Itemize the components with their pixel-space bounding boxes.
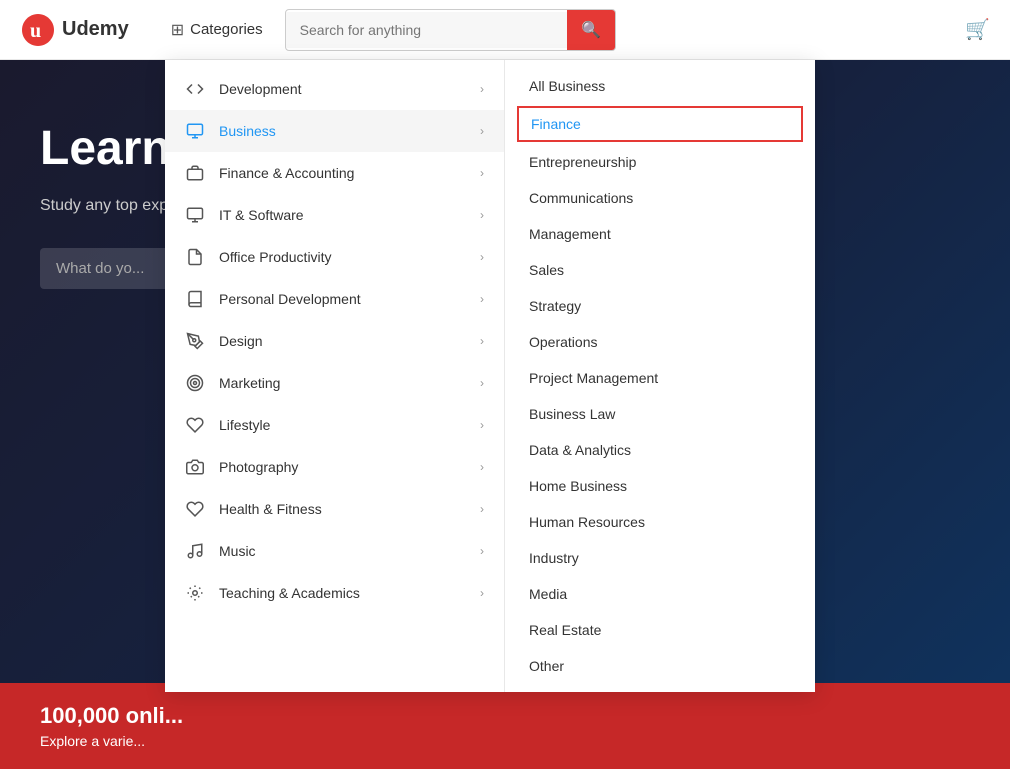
health-category-icon	[185, 499, 205, 519]
chevron-right-icon-lifestyle: ›	[480, 418, 484, 432]
chevron-right-icon-teaching: ›	[480, 586, 484, 600]
hero-bottom-bar: 100,000 onli... Explore a varie...	[0, 683, 1010, 769]
subcategory-item-all-business[interactable]: All Business	[505, 68, 815, 104]
finance-category-icon	[185, 163, 205, 183]
subcategory-item-strategy[interactable]: Strategy	[505, 288, 815, 324]
office-category-icon	[185, 247, 205, 267]
categories-dropdown: Development›Business›Finance & Accountin…	[165, 60, 815, 692]
subcategories-right-panel: All BusinessFinanceEntrepreneurshipCommu…	[505, 60, 815, 692]
logo-text: Udemy	[62, 18, 129, 41]
chevron-right-icon-marketing: ›	[480, 376, 484, 390]
marketing-category-icon	[185, 373, 205, 393]
sidebar-item-label-lifestyle: Lifestyle	[219, 417, 466, 433]
subcategory-item-communications[interactable]: Communications	[505, 180, 815, 216]
subcategory-item-other[interactable]: Other	[505, 648, 815, 684]
sidebar-item-it[interactable]: IT & Software ›	[165, 194, 504, 236]
search-icon: 🔍	[581, 22, 601, 39]
sidebar-item-label-teaching: Teaching & Academics	[219, 585, 466, 601]
sidebar-item-label-it: IT & Software	[219, 207, 466, 223]
svg-text:u: u	[30, 20, 41, 42]
subcategory-item-entrepreneurship[interactable]: Entrepreneurship	[505, 144, 815, 180]
sidebar-item-label-finance: Finance & Accounting	[219, 165, 466, 181]
subcategory-item-management[interactable]: Management	[505, 216, 815, 252]
chevron-right-icon-photography: ›	[480, 460, 484, 474]
subcategory-item-sales[interactable]: Sales	[505, 252, 815, 288]
sidebar-item-finance[interactable]: Finance & Accounting ›	[165, 152, 504, 194]
subcategory-item-industry[interactable]: Industry	[505, 540, 815, 576]
sidebar-item-label-design: Design	[219, 333, 466, 349]
chevron-right-icon-personal: ›	[480, 292, 484, 306]
sidebar-item-business[interactable]: Business ›	[165, 110, 504, 152]
sidebar-item-label-health: Health & Fitness	[219, 501, 466, 517]
cart-icon: 🛒	[965, 19, 990, 41]
sidebar-item-photography[interactable]: Photography ›	[165, 446, 504, 488]
sidebar-item-label-office: Office Productivity	[219, 249, 466, 265]
subcategory-item-finance[interactable]: Finance	[517, 106, 803, 142]
sidebar-item-design[interactable]: Design ›	[165, 320, 504, 362]
chevron-right-icon-office: ›	[480, 250, 484, 264]
sidebar-item-music[interactable]: Music ›	[165, 530, 504, 572]
subcategory-item-data-analytics[interactable]: Data & Analytics	[505, 432, 815, 468]
sidebar-item-label-development: Development	[219, 81, 466, 97]
categories-label: Categories	[190, 21, 263, 38]
categories-left-panel: Development›Business›Finance & Accountin…	[165, 60, 505, 692]
subcategory-item-real-estate[interactable]: Real Estate	[505, 612, 815, 648]
chevron-right-icon-health: ›	[480, 502, 484, 516]
categories-button[interactable]: ⊞ Categories	[159, 12, 275, 48]
lifestyle-category-icon	[185, 415, 205, 435]
sidebar-item-label-business: Business	[219, 123, 466, 139]
subcategory-item-business-law[interactable]: Business Law	[505, 396, 815, 432]
business-category-icon	[185, 121, 205, 141]
sidebar-item-development[interactable]: Development ›	[165, 68, 504, 110]
cart-button[interactable]: 🛒	[965, 17, 990, 42]
sidebar-item-label-photography: Photography	[219, 459, 466, 475]
chevron-right-icon-design: ›	[480, 334, 484, 348]
development-category-icon	[185, 79, 205, 99]
sidebar-item-label-music: Music	[219, 543, 466, 559]
sidebar-item-teaching[interactable]: Teaching & Academics ›	[165, 572, 504, 614]
music-category-icon	[185, 541, 205, 561]
sidebar-item-personal[interactable]: Personal Development ›	[165, 278, 504, 320]
chevron-right-icon-finance: ›	[480, 166, 484, 180]
search-button[interactable]: 🔍	[567, 10, 615, 50]
personal-category-icon	[185, 289, 205, 309]
subcategory-item-operations[interactable]: Operations	[505, 324, 815, 360]
sidebar-item-label-personal: Personal Development	[219, 291, 466, 307]
chevron-right-icon-business: ›	[480, 124, 484, 138]
photography-category-icon	[185, 457, 205, 477]
udemy-logo-icon: u	[20, 12, 56, 48]
hero-bottom-sub: Explore a varie...	[40, 733, 970, 749]
subcategory-item-media[interactable]: Media	[505, 576, 815, 612]
sidebar-item-lifestyle[interactable]: Lifestyle ›	[165, 404, 504, 446]
sidebar-item-health[interactable]: Health & Fitness ›	[165, 488, 504, 530]
subcategory-item-project-mgmt[interactable]: Project Management	[505, 360, 815, 396]
search-input[interactable]	[286, 12, 567, 48]
hero-bottom-title: 100,000 onli...	[40, 703, 970, 729]
it-category-icon	[185, 205, 205, 225]
grid-icon: ⊞	[171, 20, 184, 40]
chevron-right-icon-it: ›	[480, 208, 484, 222]
chevron-right-icon-music: ›	[480, 544, 484, 558]
teaching-category-icon	[185, 583, 205, 603]
logo[interactable]: u Udemy	[20, 12, 129, 48]
subcategory-item-home-business[interactable]: Home Business	[505, 468, 815, 504]
design-category-icon	[185, 331, 205, 351]
header: u Udemy ⊞ Categories 🔍 🛒	[0, 0, 1010, 60]
sidebar-item-marketing[interactable]: Marketing ›	[165, 362, 504, 404]
sidebar-item-label-marketing: Marketing	[219, 375, 466, 391]
sidebar-item-office[interactable]: Office Productivity ›	[165, 236, 504, 278]
hero-search-placeholder: What do yo...	[56, 260, 144, 277]
search-bar: 🔍	[285, 9, 616, 51]
subcategory-item-human-resources[interactable]: Human Resources	[505, 504, 815, 540]
chevron-right-icon-development: ›	[480, 82, 484, 96]
